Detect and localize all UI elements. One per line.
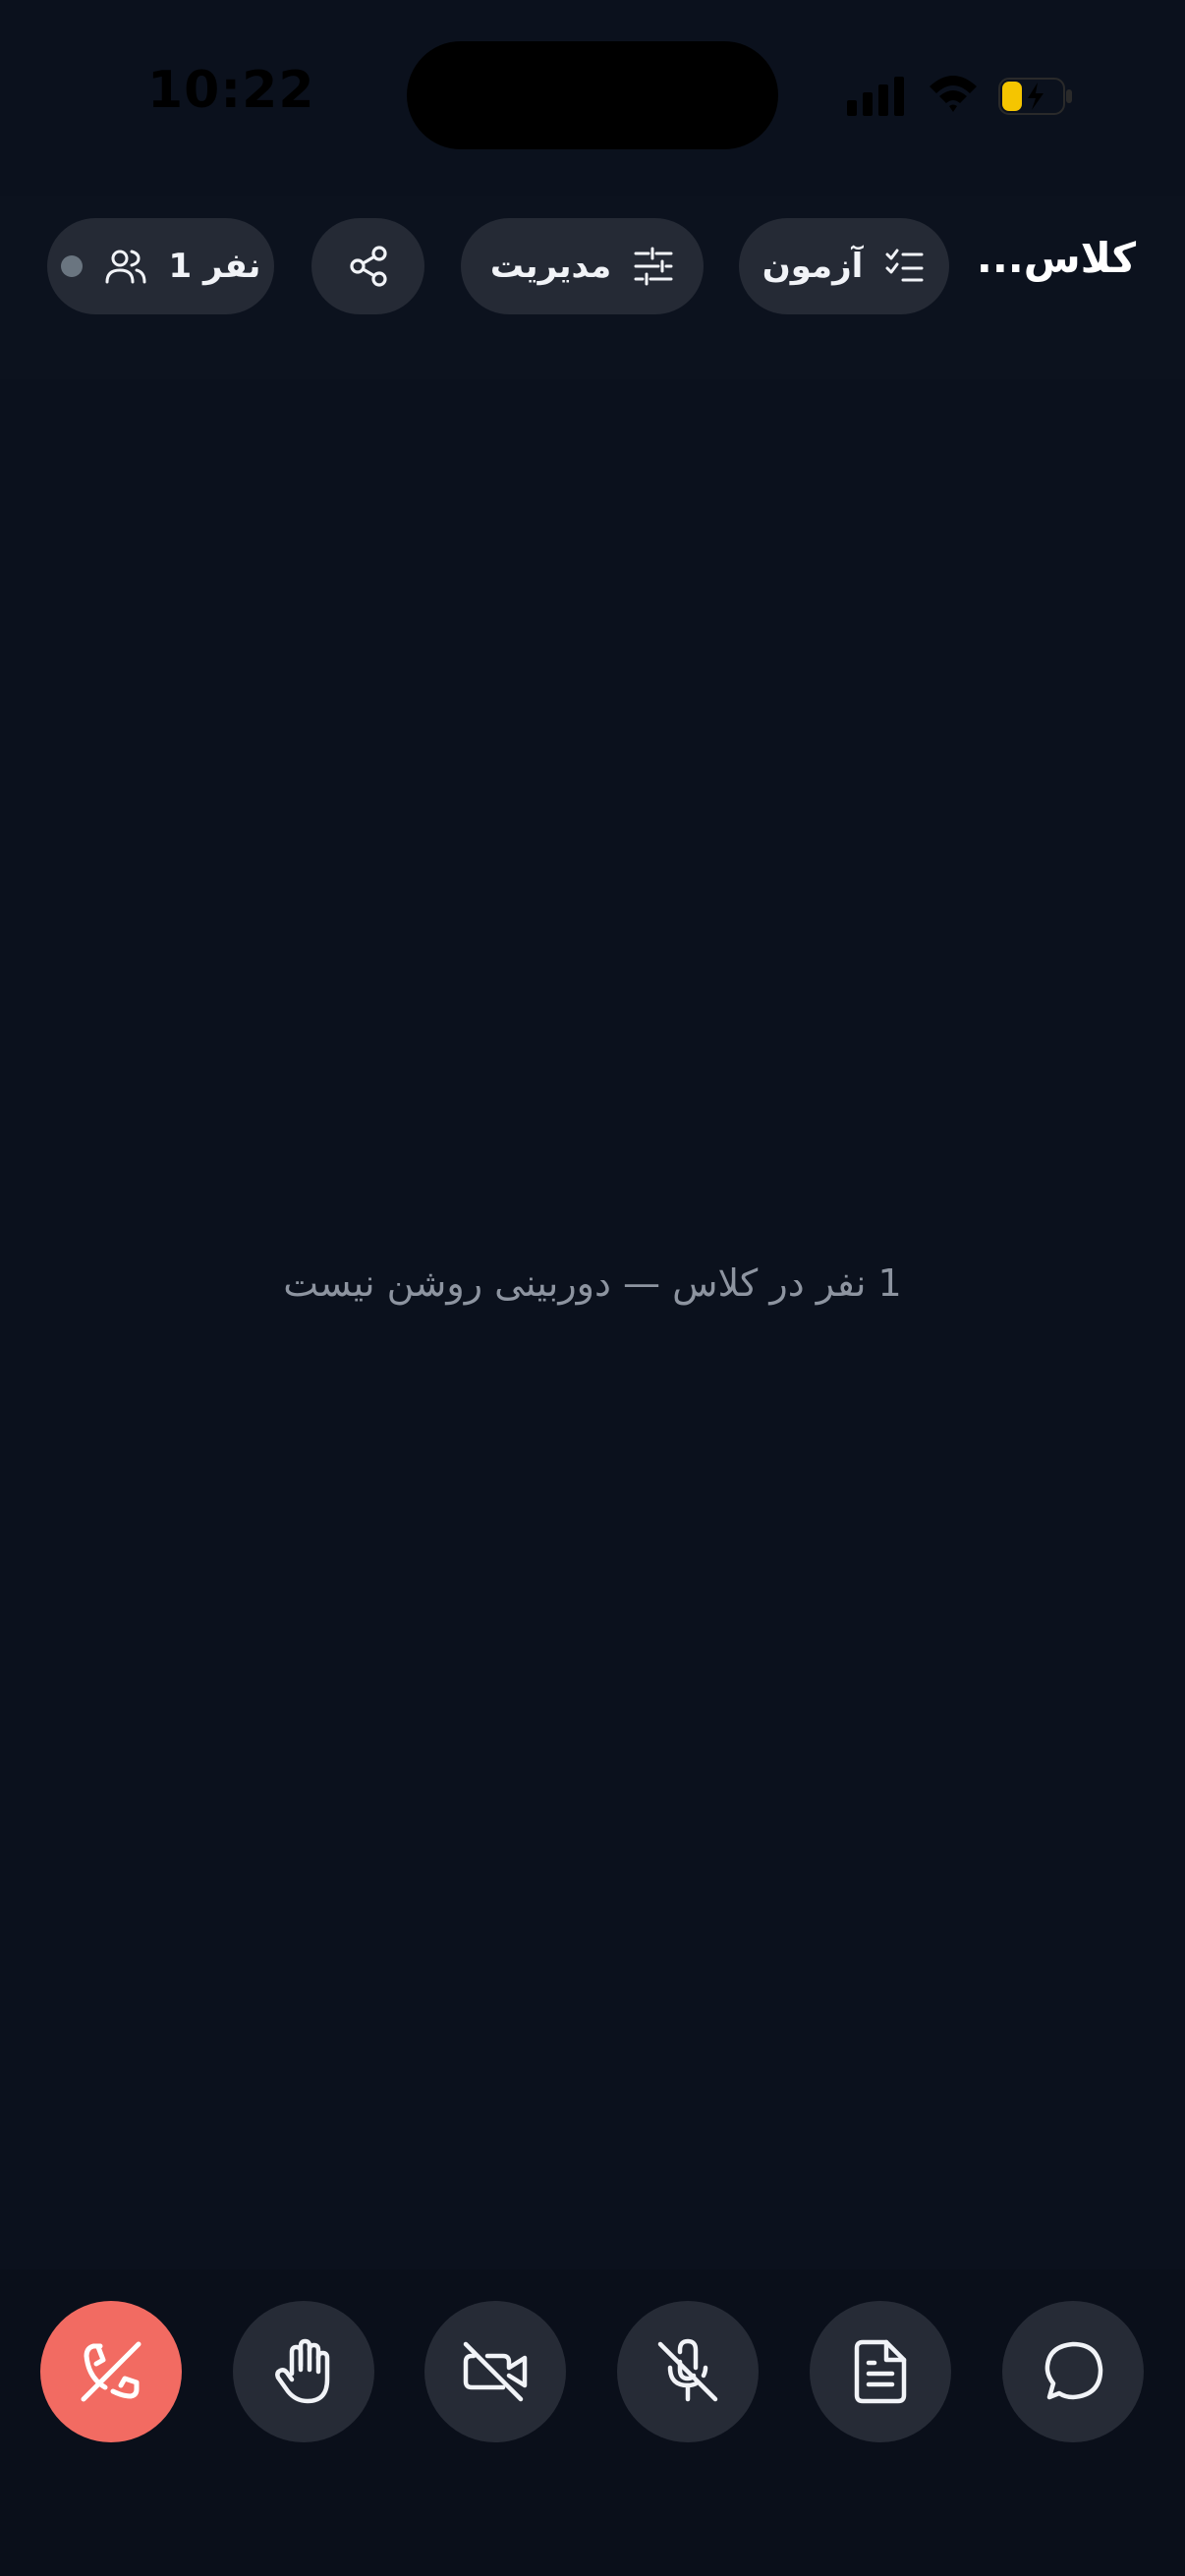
manage-button[interactable]: مدیریت <box>461 218 704 314</box>
call-controls-bar <box>0 2269 1185 2576</box>
mic-toggle-button[interactable] <box>617 2301 759 2442</box>
video-stage <box>0 379 1185 2269</box>
document-icon <box>854 2339 907 2404</box>
sliders-icon <box>634 247 673 286</box>
raise-hand-button[interactable] <box>233 2301 374 2442</box>
manage-label: مدیریت <box>489 247 612 286</box>
class-title: کلاس... <box>976 234 1136 282</box>
chat-icon <box>1044 2341 1103 2400</box>
phone-off-icon <box>81 2341 141 2402</box>
camera-toggle-button[interactable] <box>424 2301 566 2442</box>
cellular-signal-icon <box>847 77 904 116</box>
participants-count: 1 نفر <box>168 247 261 286</box>
exam-button[interactable]: آزمون <box>739 218 949 314</box>
battery-icon <box>998 78 1072 115</box>
chat-button[interactable] <box>1002 2301 1144 2442</box>
status-bar: 10:22 <box>0 0 1185 196</box>
empty-stage-message: 1 نفر در کلاس — دوربینی روشن نیست <box>283 1261 902 1305</box>
wifi-icon <box>930 76 977 112</box>
presence-dot <box>60 255 83 277</box>
hand-icon <box>275 2338 330 2404</box>
leave-call-button[interactable] <box>40 2301 182 2442</box>
share-icon <box>349 246 387 287</box>
status-time: 10:22 <box>147 61 315 120</box>
participants-button[interactable]: 1 نفر <box>47 218 274 314</box>
dynamic-island <box>407 41 778 149</box>
document-button[interactable] <box>810 2301 951 2442</box>
video-off-icon <box>463 2341 528 2402</box>
exam-label: آزمون <box>762 247 864 286</box>
share-button[interactable] <box>311 218 424 314</box>
mic-off-icon <box>657 2338 718 2402</box>
checklist-icon <box>885 249 924 282</box>
users-icon <box>105 250 146 284</box>
